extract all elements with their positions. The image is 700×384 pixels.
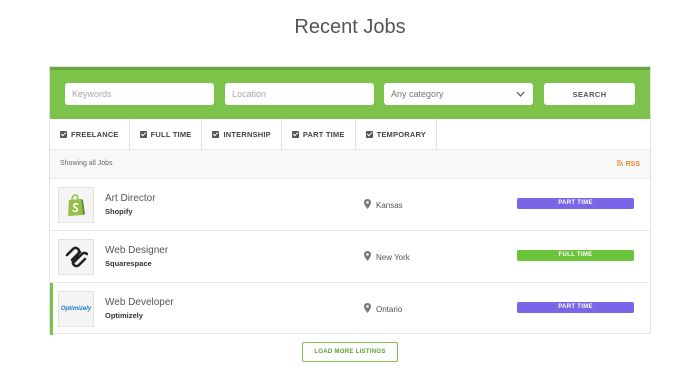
load-more-button[interactable]: LOAD MORE LISTINGS [302, 342, 398, 362]
filter-label: FREELANCE [71, 129, 119, 139]
job-type-badge: FULL TIME [517, 250, 634, 261]
job-title[interactable]: Web Developer [105, 297, 174, 308]
category-select-value: Any category [391, 89, 444, 99]
company-name: Shopify [105, 207, 133, 216]
squarespace-logo-icon [58, 239, 94, 275]
rss-label: RSS [625, 161, 640, 168]
chevron-down-icon [516, 83, 525, 114]
company-name: Squarespace [105, 259, 152, 268]
checkbox-checked-icon[interactable] [365, 130, 373, 138]
search-button[interactable]: SEARCH [544, 83, 635, 105]
location-input[interactable] [225, 83, 374, 105]
job-title[interactable]: Web Designer [105, 245, 168, 256]
job-type-badge: PART TIME [517, 302, 634, 313]
checkbox-checked-icon[interactable] [60, 130, 67, 138]
filter-label: INTERNSHIP [223, 129, 271, 139]
filter-label: PART TIME [302, 129, 345, 139]
filter-label: TEMPORARY [376, 129, 427, 139]
optimizely-logo-text: Optimizely [60, 306, 92, 312]
filter-label: FULL TIME [150, 129, 192, 139]
checkbox-checked-icon[interactable] [139, 130, 147, 138]
location-text: New York [376, 252, 410, 262]
location-text: Kansas [376, 200, 403, 210]
page-title: Recent Jobs [294, 16, 406, 38]
company-name: Optimizely [105, 311, 143, 320]
job-listing[interactable]: Art Director Shopify Kansas PART TIME [50, 179, 650, 231]
keywords-input[interactable] [65, 83, 214, 105]
map-pin-icon [364, 199, 371, 211]
filter-freelance[interactable]: FREELANCE [50, 119, 130, 149]
job-board: Any category SEARCH FREELANCE FULL TIME … [49, 66, 651, 335]
location-text: Ontario [376, 304, 403, 314]
rss-icon [616, 160, 625, 168]
job-listing[interactable]: Optimizely Web Developer Optimizely Onta… [50, 283, 650, 335]
category-select[interactable]: Any category [384, 83, 533, 105]
job-title[interactable]: Art Director [105, 193, 156, 204]
job-type-filters: FREELANCE FULL TIME INTERNSHIP PART TIME… [50, 119, 650, 150]
checkbox-checked-icon[interactable] [291, 130, 299, 138]
filter-internship[interactable]: INTERNSHIP [202, 119, 282, 149]
checkbox-checked-icon[interactable] [212, 130, 220, 138]
map-pin-icon [364, 303, 371, 315]
map-pin-icon [364, 251, 371, 263]
job-location: Kansas [364, 199, 403, 211]
rss-link[interactable]: RSS [616, 160, 640, 168]
filter-temporary[interactable]: TEMPORARY [356, 119, 438, 149]
job-type-badge: PART TIME [517, 198, 634, 209]
search-bar: Any category SEARCH [50, 67, 650, 119]
optimizely-logo-icon: Optimizely [58, 291, 94, 327]
filter-full-time[interactable]: FULL TIME [130, 119, 203, 149]
filter-part-time[interactable]: PART TIME [282, 119, 356, 149]
job-listing[interactable]: Web Designer Squarespace New York FULL T… [50, 231, 650, 283]
shopify-logo-icon [58, 187, 94, 223]
showing-text: Showing all Jobs [60, 160, 113, 167]
results-info-bar: Showing all Jobs RSS [50, 150, 650, 179]
job-location: New York [364, 251, 410, 263]
job-location: Ontario [364, 303, 402, 315]
